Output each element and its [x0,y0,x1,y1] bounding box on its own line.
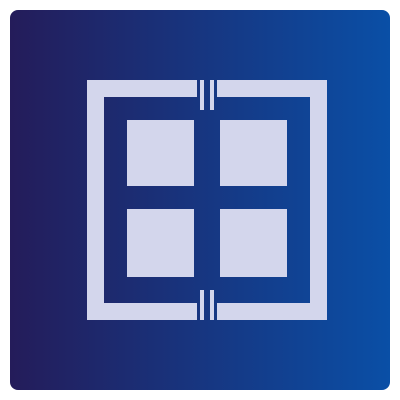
divider-top-right [210,80,214,110]
window-grid-icon [10,10,390,390]
pane-top-left [127,120,194,186]
pane-bottom-right [220,209,287,277]
divider-top-left [200,80,204,110]
tile-background [10,10,390,390]
pane-top-right [220,120,287,186]
divider-bottom-right [210,290,214,320]
divider-bottom-left [200,290,204,320]
pane-bottom-left [127,209,194,277]
app-icon-tile[interactable] [10,10,390,390]
